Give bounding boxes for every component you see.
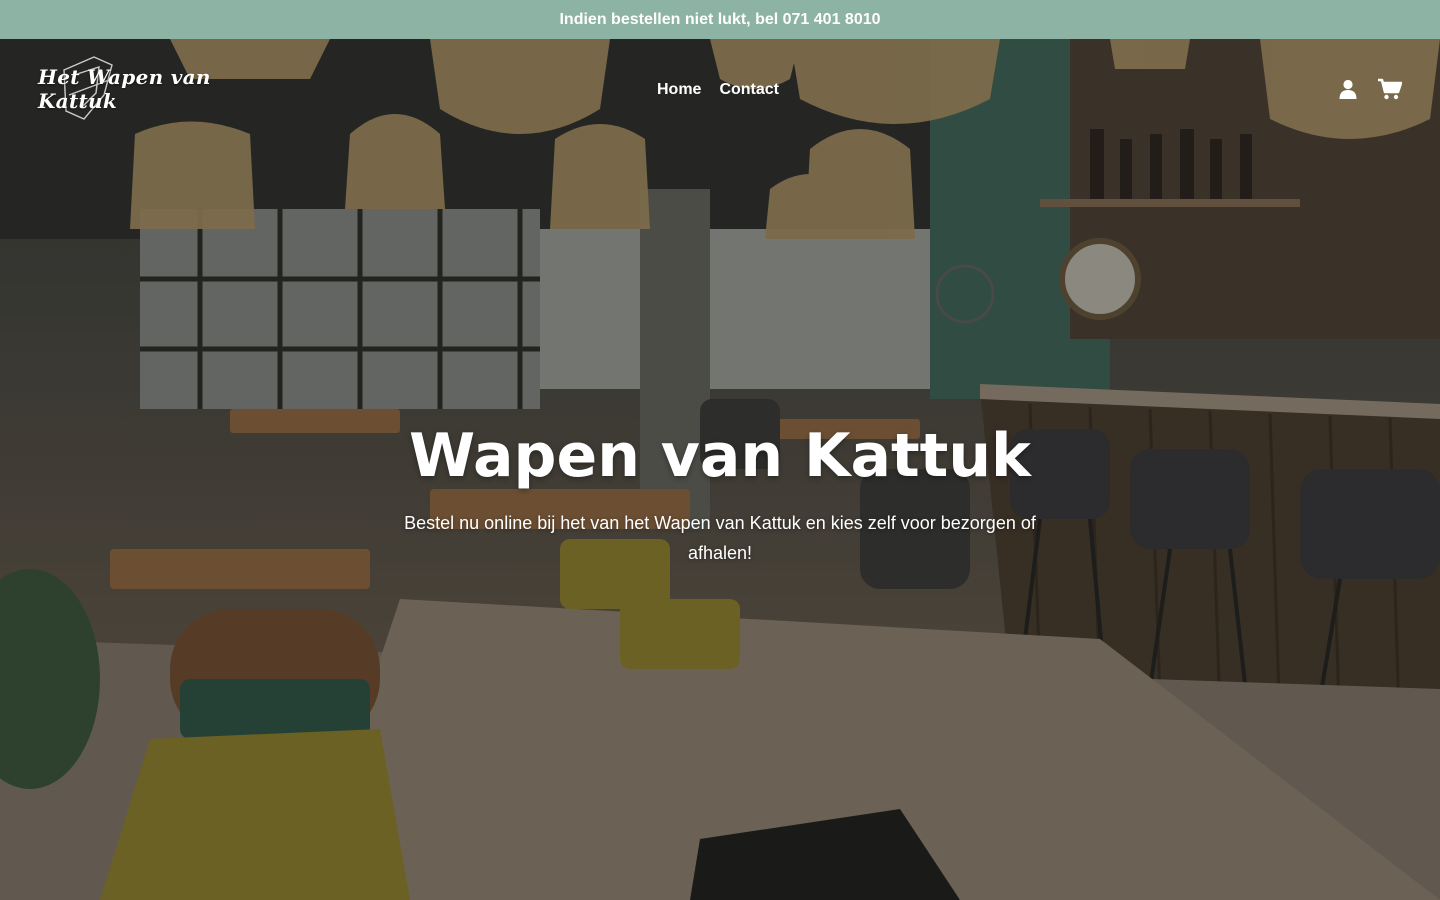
hero-content: Wapen van Kattuk Bestel nu online bij he… [370,418,1070,568]
hero-title: Wapen van Kattuk [409,421,1031,491]
main-nav: Home Contact [648,77,788,103]
logo-text: Het Wapen van Kattuk [38,65,211,113]
announcement-text: Indien bestellen niet lukt, bel 071 401 … [559,10,881,28]
user-icon-glyph [1339,79,1357,99]
site-header: Het Wapen van Kattuk Home Contact [0,39,1440,139]
cart-icon-glyph [1378,78,1402,100]
site-logo[interactable]: Het Wapen van Kattuk [38,55,268,123]
nav-contact-link[interactable]: Contact [710,77,788,103]
header-actions [1336,77,1402,101]
nav-home-link[interactable]: Home [648,77,710,103]
announcement-bar: Indien bestellen niet lukt, bel 071 401 … [0,0,1440,39]
hero-subtitle: Bestel nu online bij het van het Wapen v… [404,513,1036,563]
cart-icon[interactable] [1378,77,1402,101]
user-icon[interactable] [1336,77,1360,101]
